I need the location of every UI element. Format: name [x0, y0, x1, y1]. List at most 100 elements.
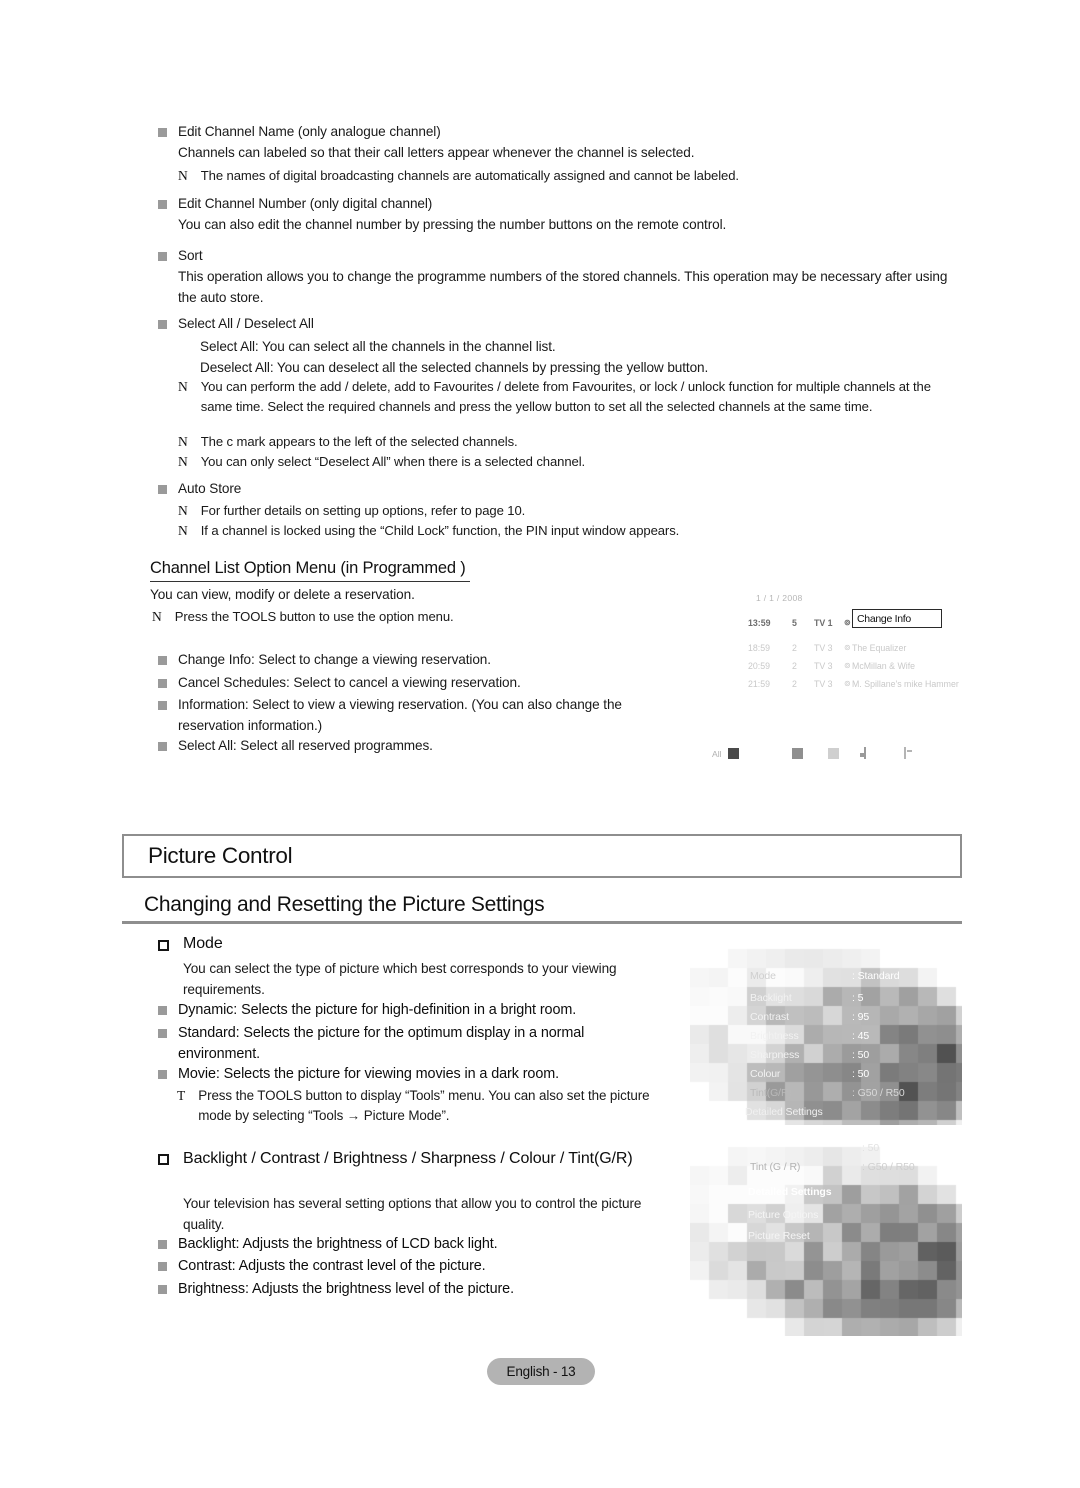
menu-row-value: : 50	[852, 1068, 870, 1080]
square-bullet-icon	[158, 1070, 167, 1079]
menu-row-label: Colour	[750, 1068, 781, 1080]
menu-row-value: : 95	[852, 1011, 870, 1023]
note-text: Press the TOOLS button to use the option…	[174, 609, 454, 624]
note-text: The names of digital broadcasting channe…	[200, 168, 739, 183]
schedule-button-bar: All	[712, 746, 942, 762]
square-bullet-icon	[158, 1006, 167, 1015]
record-dot-icon: ⊚	[844, 661, 851, 670]
list-item-heading: Edit Channel Name (only analogue channel…	[178, 124, 441, 139]
note-item: N The names of digital broadcasting chan…	[178, 166, 948, 186]
list-item: Edit Channel Number (only digital channe…	[158, 194, 948, 215]
schedule-date: 1 / 1 / 2008	[756, 593, 803, 603]
hollow-square-bullet-icon	[158, 940, 169, 951]
list-item-heading: Auto Store	[178, 481, 242, 496]
note-text: For further details on setting up option…	[200, 503, 526, 518]
list-item: Select All / Deselect All	[158, 314, 948, 335]
menu-row-value: : G50 / R50	[852, 1087, 905, 1099]
list-item-heading: Edit Channel Number (only digital channe…	[178, 196, 433, 211]
schedule-channel: TV 3	[814, 661, 833, 671]
schedule-number: 2	[792, 679, 797, 689]
schedule-number: 2	[792, 661, 797, 671]
list-item-text: Cancel Schedules: Select to cancel a vie…	[178, 675, 521, 690]
list-item-text: Contrast: Adjusts the contrast level of …	[178, 1258, 486, 1274]
menu-row-value: : 50	[862, 1142, 880, 1154]
menu-row-label: Mode	[750, 970, 776, 982]
list-item: Select All: Select all reserved programm…	[158, 736, 668, 757]
page-number-badge: English - 13	[487, 1358, 595, 1385]
table-row: 18:59 2 TV 3 ⊚ The Equalizer	[748, 643, 963, 657]
note-icon: N	[178, 434, 188, 449]
record-dot-icon: ⊚	[844, 618, 851, 627]
list-item-heading: Select All / Deselect All	[178, 316, 314, 331]
list-item: Backlight / Contrast / Brightness / Shar…	[158, 1147, 658, 1171]
note-text: The c mark appears to the left of the se…	[200, 434, 518, 449]
menu-row-label: Detailed Settings	[748, 1186, 832, 1198]
change-info-popup[interactable]: Change Info	[852, 609, 942, 628]
note-icon: N	[178, 379, 188, 394]
section-intro: You can view, modify or delete a reserva…	[150, 587, 415, 602]
table-row: 21:59 2 TV 3 ⊚ M. Spillane's mike Hammer	[748, 679, 963, 693]
subsection-body: You can select the type of picture which…	[183, 961, 617, 997]
list-item: Change Info: Select to change a viewing …	[158, 650, 668, 671]
menu-row-label: Contrast	[750, 1011, 789, 1023]
schedule-time: 18:59	[748, 643, 771, 653]
note-text: You can only select “Deselect All” when …	[200, 454, 586, 469]
menu-row-label: Brightness	[750, 1030, 799, 1042]
schedule-channel: TV 1	[814, 618, 833, 628]
subsection-heading: Backlight / Contrast / Brightness / Shar…	[183, 1150, 633, 1167]
green-button-icon[interactable]	[792, 748, 803, 759]
section-heading: Channel List Option Menu (in Programmed …	[150, 557, 470, 582]
note-icon: N	[178, 523, 188, 538]
list-item: Backlight: Adjusts the brightness of LCD…	[158, 1234, 663, 1255]
menu-row-label: Detailed Settings	[745, 1106, 823, 1118]
schedule-time: 20:59	[748, 661, 771, 671]
note-item: N For further details on setting up opti…	[178, 501, 950, 521]
list-item: Brightness: Adjusts the brightness level…	[158, 1279, 663, 1300]
menu-row-label: Picture Options	[748, 1209, 819, 1221]
list-item-text: Information: Select to view a viewing re…	[178, 697, 622, 733]
schedule-time: 21:59	[748, 679, 771, 689]
list-item: Mode	[158, 933, 658, 954]
list-item: Contrast: Adjusts the contrast level of …	[158, 1256, 663, 1277]
square-bullet-icon	[158, 128, 167, 137]
schedule-programme: M. Spillane's mike Hammer	[852, 679, 959, 689]
schedule-programme: The Equalizer	[852, 643, 907, 653]
square-bullet-icon	[158, 742, 167, 751]
menu-row-label: Tint (G / R)	[750, 1161, 801, 1173]
list-item-body: This operation allows you to change the …	[178, 269, 948, 305]
note-item: N Press the TOOLS button to use the opti…	[152, 607, 672, 627]
subsection-body: Your television has several setting opti…	[183, 1196, 642, 1232]
yellow-button-icon[interactable]	[828, 748, 839, 759]
menu-row-value: : Standard	[852, 970, 900, 982]
square-bullet-icon	[158, 200, 167, 209]
list-item-text: Select All: Select all reserved programm…	[178, 738, 433, 753]
square-bullet-icon	[158, 1285, 167, 1294]
section-title-text: Changing and Resetting the Picture Setti…	[144, 893, 545, 916]
red-button-icon[interactable]	[728, 748, 739, 759]
schedule-all-label: All	[712, 749, 722, 759]
chapter-title-box: Picture Control	[122, 834, 962, 878]
menu-row-label: Backlight	[750, 992, 792, 1004]
note-item: N You can only select “Deselect All” whe…	[178, 452, 950, 472]
note-text: You can perform the add / delete, add to…	[200, 379, 931, 414]
list-item-text: Backlight: Adjusts the brightness of LCD…	[178, 1236, 498, 1252]
menu-row-value: : 5	[852, 992, 864, 1004]
return-button-icon[interactable]	[904, 747, 906, 759]
record-dot-icon: ⊚	[844, 679, 851, 688]
record-dot-icon: ⊚	[844, 643, 851, 652]
list-item-text: Dynamic: Selects the picture for high-de…	[178, 1002, 577, 1018]
list-item-text: Brightness: Adjusts the brightness level…	[178, 1281, 514, 1297]
chapter-title: Picture Control	[148, 843, 293, 868]
tools-button-icon[interactable]	[864, 747, 866, 759]
square-bullet-icon	[158, 320, 167, 329]
note-text: If a channel is locked using the “Child …	[200, 523, 680, 538]
list-item: Information: Select to view a viewing re…	[158, 695, 668, 736]
menu-row-label: Sharpness	[750, 1049, 800, 1061]
square-bullet-icon	[158, 1240, 167, 1249]
schedule-channel: TV 3	[814, 679, 833, 689]
square-bullet-icon	[158, 656, 167, 665]
list-item: Cancel Schedules: Select to cancel a vie…	[158, 673, 668, 694]
sub-line: Select All: You can select all the chann…	[200, 339, 556, 354]
manual-page: Edit Channel Name (only analogue channel…	[0, 0, 1080, 1488]
square-bullet-icon	[158, 252, 167, 261]
